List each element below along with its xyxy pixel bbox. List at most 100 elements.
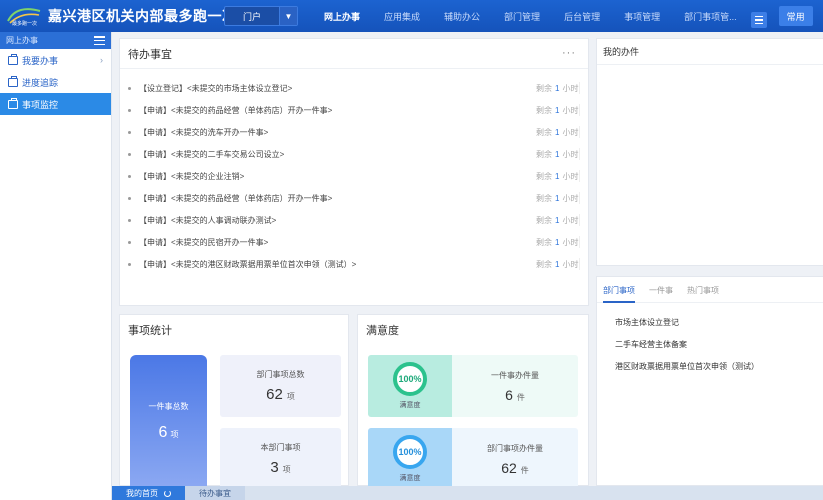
satisfaction-ring: 100%	[393, 362, 427, 396]
bullet-icon	[128, 240, 131, 244]
satisfaction-gauge: 100% 满意度	[368, 355, 452, 417]
tab-todo[interactable]: 待办事宜	[185, 486, 245, 500]
portal-select-value: 门户	[242, 11, 261, 22]
remain-unit: 小时	[562, 171, 579, 181]
todo-item[interactable]: 【设立登记】<未提交的市场主体设立登记> 剩余 1 小时	[120, 77, 588, 99]
menu-icon[interactable]	[750, 12, 767, 28]
total-value-wrap: 6项	[159, 424, 179, 442]
count-unit: 件	[516, 392, 525, 402]
dept-total-card[interactable]: 部门事项总数 62 项	[220, 355, 341, 417]
my-work-title: 我的办件	[597, 39, 823, 65]
count-value-wrap: 6件	[505, 387, 525, 403]
remain-prefix: 剩余	[536, 171, 552, 181]
todo-remain: 剩余 1 小时	[536, 83, 578, 94]
my-work-panel: 我的办件	[596, 38, 823, 266]
total-one-thing-card[interactable]: 一件事总数 6项	[130, 355, 207, 487]
remain-value: 1	[555, 171, 560, 181]
refresh-icon[interactable]	[164, 489, 171, 497]
todo-item[interactable]: 【申请】<未提交的人事调动联办测试> 剩余 1 小时	[120, 209, 588, 231]
satisfaction-ring: 100%	[393, 435, 427, 469]
portal-select[interactable]: 门户 ▼	[224, 6, 298, 26]
todo-panel: 待办事宜 ··· 【设立登记】<未提交的市场主体设立登记> 剩余 1 小时 【申请】<…	[119, 38, 589, 306]
tab-my-home[interactable]: 我的首页	[112, 486, 185, 500]
todo-item[interactable]: 【申请】<未提交的药品经营（单体药店）开办一件事> 剩余 1 小时	[120, 99, 588, 121]
remain-value: 1	[555, 215, 560, 225]
satisfaction-row-one-thing[interactable]: 100% 满意度 一件事办件量 6件	[368, 355, 578, 417]
satisfaction-count: 一件事办件量 6件	[452, 355, 578, 417]
bullet-icon	[128, 218, 131, 222]
sidebar-item-progress[interactable]: 进度追踪	[0, 71, 111, 93]
todo-remain: 剩余 1 小时	[536, 215, 578, 226]
app-logo-area[interactable]: 最多跑一次 嘉兴港区机关内部最多跑一次	[0, 5, 236, 27]
divider	[579, 82, 580, 94]
todo-remain: 剩余 1 小时	[536, 127, 578, 138]
nav-item-backend-manage[interactable]: 后台管理	[552, 0, 612, 32]
todo-remain: 剩余 1 小时	[536, 259, 578, 270]
nav-item-app-integration[interactable]: 应用集成	[372, 0, 432, 32]
remain-prefix: 剩余	[536, 127, 552, 137]
tab-one-thing[interactable]: 一件事	[649, 285, 673, 303]
tab-hot-matters[interactable]: 热门事项	[687, 285, 719, 303]
total-value: 6	[158, 423, 168, 441]
todo-item[interactable]: 【申请】<未提交的二手车交易公司设立> 剩余 1 小时	[120, 143, 588, 165]
remain-value: 1	[555, 127, 560, 137]
own-value: 3	[270, 459, 279, 476]
nav-item-office-assist[interactable]: 辅助办公	[432, 0, 492, 32]
common-button[interactable]: 常用	[778, 6, 813, 26]
tab-dept-matters[interactable]: 部门事项	[603, 285, 635, 303]
satisfaction-row-dept[interactable]: 100% 满意度 部门事项办件量 62 件	[368, 428, 578, 490]
todo-item[interactable]: 【申请】<未提交的企业注销> 剩余 1 小时	[120, 165, 588, 187]
own-dept-card[interactable]: 本部门事项 3项	[220, 428, 341, 490]
divider	[579, 170, 580, 182]
remain-prefix: 剩余	[536, 215, 552, 225]
sidebar-item-label: 事项监控	[22, 99, 59, 110]
todo-item[interactable]: 【申请】<未提交的民宿开办一件事> 剩余 1 小时	[120, 231, 588, 253]
todo-remain: 剩余 1 小时	[536, 105, 578, 116]
count-value-wrap: 62 件	[501, 460, 529, 476]
main-nav: 网上办事 应用集成 辅助办公 部门管理 后台管理 事项管理 部门事项管...	[312, 0, 749, 32]
remain-prefix: 剩余	[536, 259, 552, 269]
satisfaction-caption: 满意度	[399, 475, 421, 482]
sidebar: 网上办事 我要办事 › 进度追踪 事项监控	[0, 32, 112, 500]
sidebar-item-monitor[interactable]: 事项监控	[0, 93, 111, 115]
matter-stats-panel: 事项统计 一件事总数 6项 部门事项总数 62 项 本部门事项 3项	[119, 314, 349, 490]
dept-total-unit: 项	[286, 392, 295, 401]
todo-item-text: 【申请】<未提交的药品经营（单体药店）开办一件事>	[139, 105, 333, 115]
divider	[579, 126, 580, 138]
todo-item[interactable]: 【申请】<未提交的洗车开办一件事> 剩余 1 小时	[120, 121, 588, 143]
satisfaction-count: 部门事项办件量 62 件	[452, 428, 578, 490]
chevron-down-icon[interactable]: ▼	[279, 7, 297, 25]
folder-icon	[8, 75, 18, 87]
todo-item[interactable]: 【申请】<未提交的药品经营（单体药店）开办一件事> 剩余 1 小时	[120, 187, 588, 209]
total-unit: 项	[170, 429, 179, 439]
logo-text: 最多跑一次	[12, 20, 37, 27]
list-item[interactable]: 二手车经营主体备案	[597, 333, 823, 355]
divider	[579, 236, 580, 248]
sidebar-item-label: 我要办事	[22, 55, 59, 66]
list-item[interactable]: 港区财政票据用票单位首次申领（测试）	[597, 355, 823, 377]
todo-list: 【设立登记】<未提交的市场主体设立登记> 剩余 1 小时 【申请】<未提交的药品经营（…	[120, 69, 588, 275]
todo-item-text: 【申请】<未提交的人事调动联办测试>	[139, 215, 277, 225]
bullet-icon	[128, 196, 131, 200]
list-item[interactable]: 市场主体设立登记	[597, 311, 823, 333]
remain-value: 1	[555, 259, 560, 269]
sidebar-item-apply[interactable]: 我要办事 ›	[0, 49, 111, 71]
nav-item-dept-matter-manage[interactable]: 部门事项管...	[672, 0, 749, 32]
nav-item-online-service[interactable]: 网上办事	[312, 0, 372, 32]
count-value: 6	[505, 386, 513, 403]
nav-item-matter-manage[interactable]: 事项管理	[612, 0, 672, 32]
todo-item[interactable]: 【申请】<未提交的港区财政票据用票单位首次申领（测试）> 剩余 1 小时	[120, 253, 588, 275]
chevron-right-icon: ›	[100, 55, 103, 65]
folder-icon	[8, 97, 18, 109]
nav-item-dept-manage[interactable]: 部门管理	[492, 0, 552, 32]
todo-item-text: 【申请】<未提交的二手车交易公司设立>	[139, 149, 285, 159]
remain-prefix: 剩余	[536, 237, 552, 247]
collapse-menu-icon[interactable]	[94, 36, 105, 45]
count-label: 一件事办件量	[491, 370, 539, 380]
todo-item-text: 【申请】<未提交的企业注销>	[139, 171, 245, 181]
more-icon[interactable]: ···	[562, 47, 576, 59]
tab-label: 待办事宜	[199, 488, 231, 498]
todo-panel-title: 待办事宜	[120, 39, 588, 69]
top-navigation-bar: 最多跑一次 嘉兴港区机关内部最多跑一次 门户 ▼ 网上办事 应用集成 辅助办公 …	[0, 0, 823, 32]
count-value: 62	[501, 459, 517, 476]
